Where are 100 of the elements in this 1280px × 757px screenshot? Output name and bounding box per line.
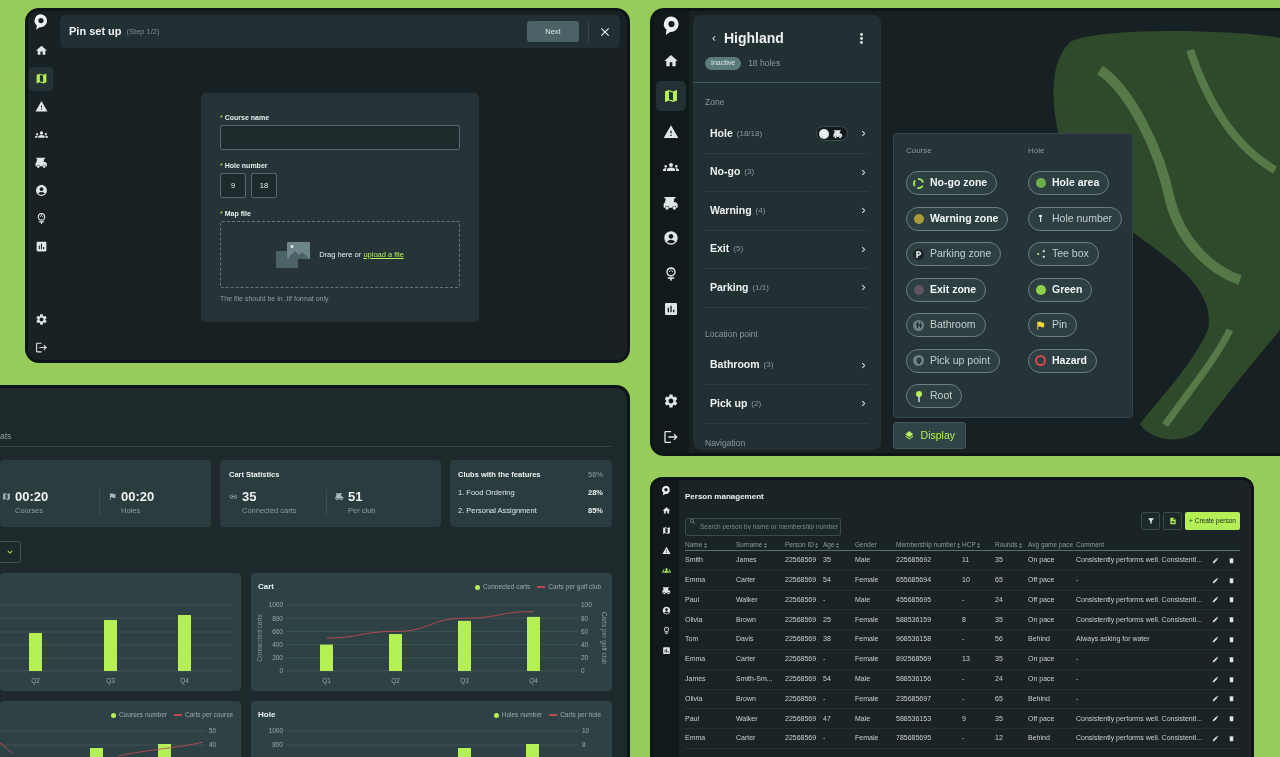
zone-list-item[interactable]: Pick up (2) [705,385,869,424]
zone-list-item[interactable]: Exit (5) [705,230,869,269]
delete-icon[interactable] [1228,735,1235,743]
layer-chip[interactable]: Bathroom [906,313,986,337]
sort-icon [977,542,981,548]
people-icon [661,565,671,575]
delete-icon[interactable] [1228,715,1235,723]
stat-value: 00:20 [121,489,155,504]
page-title: Person management [685,492,765,501]
edit-icon[interactable] [1212,715,1219,723]
edit-icon[interactable] [1212,596,1219,604]
document-icon [1168,517,1177,525]
marker-icon [1039,215,1042,222]
map-icon [663,88,679,105]
warning-icon [34,100,48,114]
flag-icon [108,492,117,501]
chart-bar [320,644,333,671]
logo-icon [661,15,681,36]
user-icon [661,605,671,615]
delete-icon[interactable] [1228,596,1235,604]
stat-value: 51 [348,489,364,504]
home-icon [661,505,671,515]
sort-icon [763,542,767,548]
edit-icon[interactable] [1212,735,1219,743]
search-icon [689,517,696,525]
layer-chip[interactable]: Exit zone [906,277,987,302]
delete-icon[interactable] [1228,695,1235,703]
golf-cart-icon [661,585,671,595]
image-upload-icon [276,241,311,268]
section-heading: Navigation [705,437,747,448]
layer-chip[interactable]: Pin [1028,313,1078,337]
stat-value: 35 [242,489,258,504]
delete-icon[interactable] [1228,636,1235,644]
section-heading: Location point [705,328,759,339]
warning-icon [661,545,671,555]
layer-chip[interactable]: No-go zone [906,171,998,195]
sort-icon [1018,542,1022,548]
page-title: Pin set up [69,24,122,40]
logout-icon [663,429,679,445]
chart-title: Hole [258,709,276,721]
chart-bar [90,748,103,757]
zone-list-item[interactable]: Parking (1/1) [705,269,869,308]
delete-icon[interactable] [1228,576,1235,584]
tee-box-icon [1036,250,1045,258]
chart-bar [178,615,191,671]
nav-button[interactable] [656,81,686,112]
layers-icon [904,429,915,442]
nav-button[interactable] [29,66,53,91]
sort-icon [836,542,840,548]
sort-icon [957,542,961,548]
layer-chip[interactable]: Pick up point [906,348,1001,373]
delete-icon[interactable] [1228,556,1235,564]
section-heading: Zone [705,97,726,107]
display-button[interactable]: Display [893,422,966,449]
edit-icon[interactable] [1212,576,1219,584]
zone-list-item[interactable]: No-go (3) [705,153,869,192]
layer-chip[interactable]: Parking zone [906,242,1002,266]
golf-cart-icon [663,194,679,211]
home-icon [663,52,679,69]
zone-list-item[interactable]: Warning (4) [705,192,869,231]
more-button[interactable] [857,31,865,45]
zone-list-item[interactable]: Hole (18/18) [705,115,869,154]
sort-icon [815,542,819,548]
settings-icon [34,312,48,326]
legend-heading: Course [906,146,933,156]
layer-chip[interactable]: Green [1028,277,1093,302]
bar-chart-icon [661,645,671,655]
kebab-menu-icon [859,32,863,44]
edit-icon[interactable] [1212,655,1219,663]
layer-chip[interactable]: Hole number [1028,206,1123,231]
layer-chip[interactable]: Root [906,384,963,408]
delete-icon[interactable] [1228,616,1235,624]
edit-icon[interactable] [1212,616,1219,624]
location-pin-icon [913,355,924,366]
user-icon [34,184,48,198]
layer-chip[interactable]: Warning zone [906,206,1009,231]
delete-icon[interactable] [1228,675,1235,683]
layer-chip[interactable]: Hazard [1028,348,1097,373]
text-input[interactable] [220,125,460,150]
golf-cart-icon [833,128,843,139]
filter-button[interactable] [1141,512,1160,530]
edit-icon[interactable] [1212,636,1219,644]
edit-icon[interactable] [1212,556,1219,564]
chart-bar [458,748,471,757]
layer-chip[interactable]: Tee box [1028,242,1099,266]
edit-icon[interactable] [1212,695,1219,703]
edit-icon[interactable] [1212,675,1219,683]
panel-title: Highland [724,28,784,48]
toggle-switch[interactable] [816,126,848,142]
layer-chip[interactable]: Hole area [1028,171,1110,195]
zone-list-item[interactable]: Bathroom (3) [705,346,869,385]
export-button[interactable] [1163,512,1182,530]
restroom-icon [913,319,924,331]
warning-icon [663,123,679,140]
stat-value: 00:20 [15,489,49,504]
legend-heading: Hole [1028,146,1046,156]
bar-chart-icon [663,301,679,318]
chart-bar [526,744,539,757]
delete-icon[interactable] [1228,655,1235,663]
golf-cart-icon [34,156,48,170]
